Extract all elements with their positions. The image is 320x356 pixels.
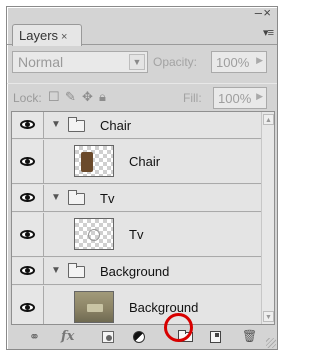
chair-thumbnail-image: [81, 152, 93, 172]
fill-label: Fill:: [183, 91, 202, 105]
layer-group-row[interactable]: ▼ Tv: [12, 185, 262, 212]
expand-arrow-icon[interactable]: ▼: [51, 192, 61, 203]
layer-row[interactable]: Background: [12, 286, 262, 324]
opacity-value: 100%: [216, 55, 250, 70]
layer-row[interactable]: Chair: [12, 140, 262, 184]
fill-field[interactable]: 100% ▶: [213, 87, 267, 109]
group-name: Tv: [100, 191, 115, 206]
visibility-toggle[interactable]: [12, 185, 44, 211]
mask-icon[interactable]: [102, 331, 114, 343]
visibility-toggle[interactable]: [12, 258, 44, 284]
layer-thumbnail: [74, 145, 114, 177]
minimize-button[interactable]: –: [255, 5, 262, 20]
lock-all-icon[interactable]: 🔒︎: [99, 89, 106, 105]
visibility-toggle[interactable]: [12, 112, 44, 138]
expand-arrow-icon[interactable]: ▼: [51, 265, 61, 276]
background-thumbnail-image: [87, 304, 103, 312]
tab-label: Layers: [19, 28, 59, 43]
layers-toolbar: ⚭ fx 🗑︎: [7, 325, 277, 349]
opacity-field[interactable]: 100% ▶: [211, 51, 267, 73]
tv-thumbnail-image: [88, 229, 100, 241]
lock-image-pixels-icon[interactable]: ✎: [65, 89, 76, 105]
tab-layers[interactable]: Layers ×: [12, 24, 82, 46]
fill-value: 100%: [218, 91, 252, 106]
trash-icon[interactable]: 🗑︎: [242, 329, 257, 343]
layers-panel: – × Layers × ▾≡ Normal ▼ Opacity: 100% ▶ …: [6, 5, 278, 350]
panel-menu-icon[interactable]: ▾≡: [263, 26, 274, 39]
opacity-label: Opacity:: [153, 55, 198, 69]
layer-group-row[interactable]: ▼ Chair: [12, 112, 262, 139]
link-icon[interactable]: ⚭: [29, 329, 40, 345]
layers-list: ▼ Chair Chair ▼ Tv Tv ▼ Background Backg…: [11, 111, 275, 325]
layer-row[interactable]: Tv: [12, 213, 262, 257]
scroll-down-icon[interactable]: ▼: [263, 311, 274, 322]
eye-icon: [20, 266, 35, 275]
blend-row: Normal ▼ Opacity: 100% ▶: [7, 47, 277, 75]
eye-icon: [20, 230, 35, 239]
scroll-up-icon[interactable]: ▲: [263, 114, 274, 125]
tab-close-icon[interactable]: ×: [61, 31, 67, 43]
folder-icon: [68, 117, 85, 132]
layer-thumbnail: [74, 291, 114, 323]
folder-icon: [68, 263, 85, 278]
eye-icon: [20, 120, 35, 129]
chevron-right-icon[interactable]: ▶: [256, 55, 263, 66]
visibility-toggle[interactable]: [12, 213, 44, 256]
lock-row: Lock: ☐ ✎ ✥ 🔒︎ Fill: 100% ▶: [7, 83, 277, 109]
tab-bar: Layers × ▾≡: [7, 21, 277, 46]
layer-name: Chair: [129, 154, 161, 169]
adjustment-layer-icon[interactable]: [133, 331, 145, 343]
layer-name: Background: [129, 300, 199, 315]
expand-arrow-icon[interactable]: ▼: [51, 119, 61, 130]
folder-icon: [68, 190, 85, 205]
close-panel-button[interactable]: ×: [263, 5, 271, 20]
window-controls: – ×: [243, 5, 273, 21]
eye-icon: [20, 303, 35, 312]
visibility-toggle[interactable]: [12, 140, 44, 183]
layer-group-row[interactable]: ▼ Background: [12, 258, 262, 285]
blend-mode-select[interactable]: Normal ▼: [12, 51, 148, 73]
scrollbar[interactable]: ▲ ▼: [261, 112, 274, 324]
resize-grip-icon[interactable]: [266, 338, 276, 348]
eye-icon: [20, 157, 35, 166]
layer-name: Tv: [129, 227, 144, 242]
chevron-right-icon[interactable]: ▶: [256, 91, 263, 102]
chevron-down-icon[interactable]: ▼: [129, 54, 145, 70]
layer-thumbnail: [74, 218, 114, 250]
eye-icon: [20, 193, 35, 202]
new-layer-icon[interactable]: [210, 331, 221, 343]
lock-transparent-pixels-icon[interactable]: ☐: [48, 89, 60, 105]
group-name: Chair: [100, 118, 132, 133]
blend-mode-value: Normal: [18, 54, 64, 70]
group-name: Background: [100, 264, 170, 279]
lock-position-icon[interactable]: ✥: [82, 89, 93, 105]
visibility-toggle[interactable]: [12, 286, 44, 324]
lock-label: Lock:: [13, 91, 42, 105]
highlight-circle: [164, 313, 193, 342]
fx-icon[interactable]: fx: [61, 329, 74, 344]
